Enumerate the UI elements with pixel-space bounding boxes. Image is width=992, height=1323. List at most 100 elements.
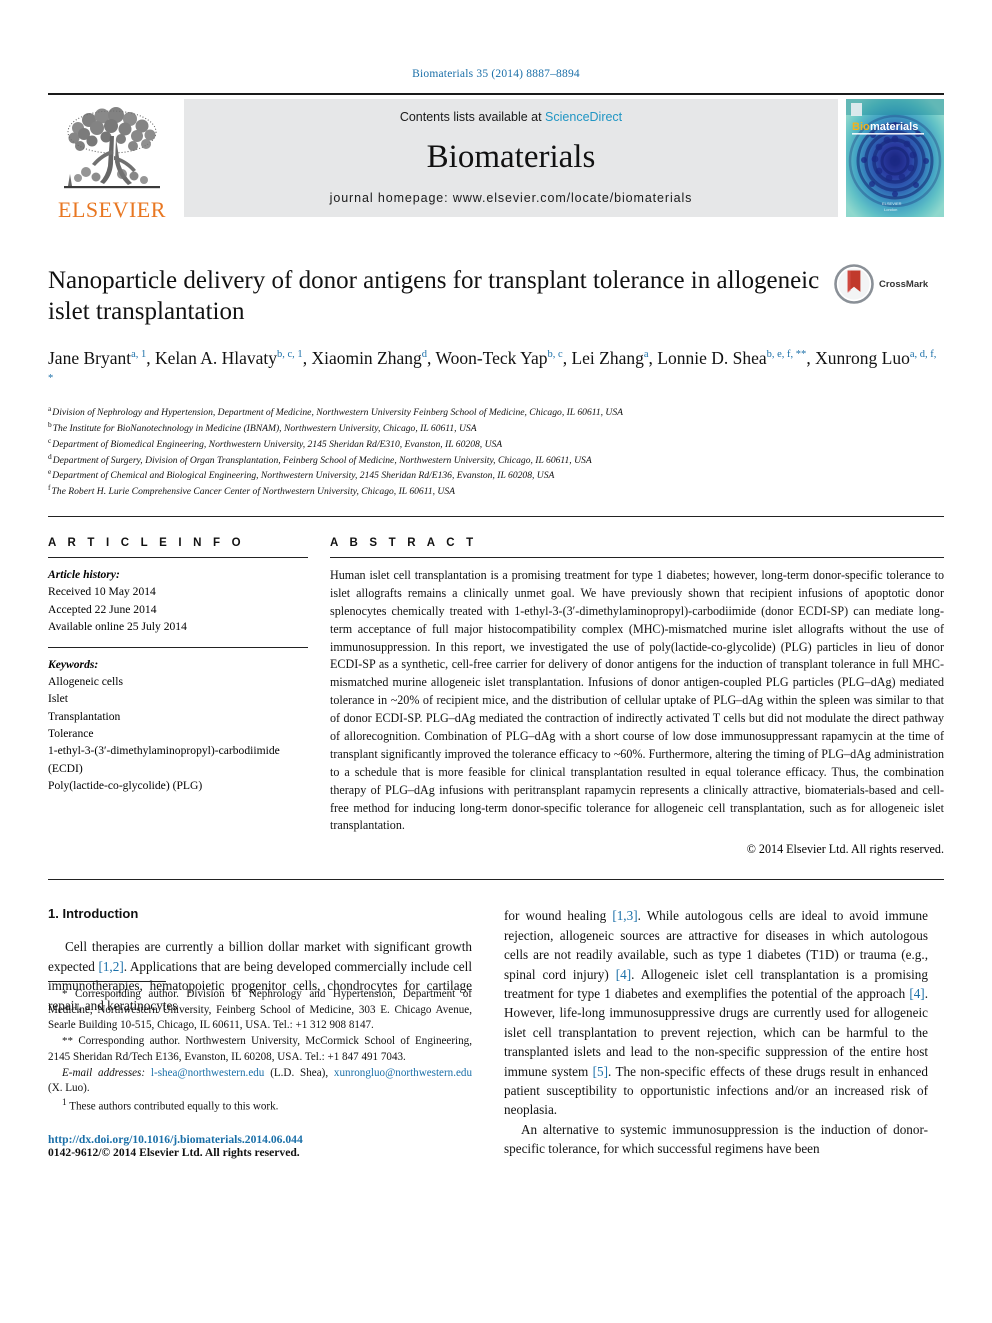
affiliation-item: fThe Robert H. Lurie Comprehensive Cance… [48,483,944,499]
abstract-text: Human islet cell transplantation is a pr… [330,567,944,833]
crossmark-label: CrossMark [879,278,929,290]
elsevier-tree-icon [64,107,160,189]
journal-cover-image: Bio materials ELSEVIER London [846,99,944,217]
footnote-text: These authors contributed equally to thi… [66,1100,279,1113]
section-heading-introduction: 1. Introduction [48,906,139,922]
author-entry: Woon-Teck Yapb, c, [435,347,572,368]
intro-paragraph-right-1: for wound healing [1,3]. While autologou… [504,906,928,1119]
affiliation-text: The Institute for BioNanotechnology in M… [52,423,477,435]
header-separator-rule [48,515,944,517]
citation-ref[interactable]: [5] [593,1064,608,1079]
keyword-item: Allogeneic cells [48,674,124,688]
citation-ref[interactable]: [1,3] [612,908,637,923]
email-addresses-label: E-mail addresses: [62,1066,146,1079]
journal-masthead: ELSEVIER Contents lists available at Sci… [48,95,944,223]
affiliation-item: bThe Institute for BioNanotechnology in … [48,420,944,436]
footnote-text: Corresponding author. Northwestern Unive… [48,1035,472,1063]
author-name: Kelan A. Hlavaty [155,347,278,368]
page-title: Nanoparticle delivery of donor antigens … [48,267,820,326]
keyword-item: Poly(lactide-co-glycolide) (PLG) [48,779,203,793]
crossmark-icon [834,264,874,304]
affiliation-item: dDepartment of Surgery, Division of Orga… [48,452,944,468]
author-affil-marks: b, e, f, ** [766,348,807,360]
journal-title: Biomaterials [426,139,596,175]
keyword-item: 1-ethyl-3-(3′-dimethylaminopropyl)-carbo… [48,744,280,775]
body-columns: 1. Introduction Cell therapies are curre… [48,906,944,1159]
author-entry: Lonnie D. Sheab, e, f, **, [657,347,816,368]
footnote-equal-contribution: 1 These authors contributed equally to t… [48,1097,472,1115]
elsevier-wordmark: ELSEVIER [58,197,166,222]
journal-homepage-link[interactable]: journal homepage: www.elsevier.com/locat… [330,191,693,205]
keyword-item: Islet [48,692,68,706]
doi-block: http://dx.doi.org/10.1016/j.biomaterials… [48,1133,472,1159]
email-owner-shea: (L.D. Shea) [270,1066,326,1079]
info-abstract-block: A R T I C L E I N F O Article history: R… [48,537,944,857]
author-affil-marks: b, c [547,348,563,360]
history-online: Available online 25 July 2014 [48,620,187,634]
svg-text:materials: materials [870,121,918,133]
keywords-label: Keywords: [48,657,99,671]
abstract-heading: A B S T R A C T [330,536,478,549]
footnote-emails: E-mail addresses: l-shea@northwestern.ed… [48,1066,472,1095]
article-info-column: A R T I C L E I N F O Article history: R… [48,537,330,857]
crossmark-badge[interactable]: CrossMark [834,261,944,307]
abstract-column: A B S T R A C T Human islet cell transpl… [330,537,944,857]
doi-link[interactable]: http://dx.doi.org/10.1016/j.biomaterials… [48,1133,472,1146]
affiliation-item: aDivision of Nephrology and Hypertension… [48,404,944,420]
history-received: Received 10 May 2014 [48,585,156,599]
intro-paragraph-right-2: An alternative to systemic immunosuppres… [504,1121,928,1157]
email-link-luo[interactable]: xunrongluo@northwestern.edu [334,1067,472,1079]
body-column-right: for wound healing [1,3]. While autologou… [504,906,928,1158]
footnote-corresponding-2: ** Corresponding author. Northwestern Un… [48,1034,472,1066]
author-affil-marks: a, 1 [131,348,147,360]
author-name: Xunrong Luo [815,347,910,368]
svg-text:Bio: Bio [852,121,870,133]
body-separator-rule [48,879,944,881]
svg-text:London: London [884,207,897,212]
footnote-text: Corresponding author. Division of Nephro… [48,987,472,1032]
affiliation-list: aDivision of Nephrology and Hypertension… [48,404,944,499]
email-owner-luo: (X. Luo) [48,1082,87,1095]
email-link-shea[interactable]: l-shea@northwestern.edu [151,1067,264,1079]
author-name: Lonnie D. Shea [657,347,767,368]
sciencedirect-link[interactable]: ScienceDirect [545,110,622,124]
affiliation-item: cDepartment of Biomedical Engineering, N… [48,436,944,452]
citation-ref[interactable]: [4] [616,967,631,982]
affiliation-text: Department of Surgery, Division of Organ… [52,454,592,466]
affiliation-text: The Robert H. Lurie Comprehensive Cancer… [51,486,455,498]
article-page: Biomaterials 35 (2014) 8887–8894 ELSEVIE… [0,0,992,1323]
article-history-label: Article history: [48,567,120,581]
journal-cover-thumbnail[interactable]: Bio materials ELSEVIER London [846,99,944,217]
journal-banner: Contents lists available at ScienceDirec… [184,99,838,217]
affiliation-text: Department of Biomedical Engineering, No… [52,438,503,450]
author-entry: Lei Zhanga, [571,347,658,368]
contents-prefix: Contents lists available at [399,110,546,124]
citation-ref[interactable]: [1,2] [98,959,123,974]
footnote-mark: ** [62,1035,73,1048]
footnote-rule [48,980,166,982]
footnote-corresponding-1: * Corresponding author. Division of Neph… [48,987,472,1034]
keyword-item: Transplantation [48,709,121,723]
author-name: Jane Bryant [48,347,132,368]
contents-available-line: Contents lists available at ScienceDirec… [400,110,622,124]
body-column-left: 1. Introduction Cell therapies are curre… [48,906,472,1159]
keywords-group: Keywords: Allogeneic cells Islet Transpl… [48,648,308,795]
author-list: Jane Bryanta, 1, Kelan A. Hlavatyb, c, 1… [48,346,944,396]
affiliation-text: Division of Nephrology and Hypertension,… [52,407,624,419]
affiliation-item: eDepartment of Chemical and Biological E… [48,467,944,483]
title-section: Nanoparticle delivery of donor antigens … [48,264,944,328]
article-history-group: Article history: Received 10 May 2014 Ac… [48,558,308,636]
svg-text:ELSEVIER: ELSEVIER [882,201,902,206]
abstract-copyright: © 2014 Elsevier Ltd. All rights reserved… [746,842,944,857]
citation-ref[interactable]: [4] [909,986,924,1001]
footnote-block: * Corresponding author. Division of Neph… [48,980,472,1159]
running-head: Biomaterials 35 (2014) 8887–8894 [412,68,580,80]
elsevier-logo[interactable]: ELSEVIER [48,95,176,223]
keyword-item: Tolerance [48,727,94,741]
affiliation-text: Department of Chemical and Biological En… [52,470,555,482]
author-name: Lei Zhang [571,347,644,368]
author-entry: Jane Bryanta, 1, [48,347,156,368]
author-entry: Xiaomin Zhangd, [311,347,436,368]
author-affil-marks: b, c, 1 [277,348,303,360]
issn-copyright-line: 0142-9612/© 2014 Elsevier Ltd. All right… [48,1145,300,1159]
